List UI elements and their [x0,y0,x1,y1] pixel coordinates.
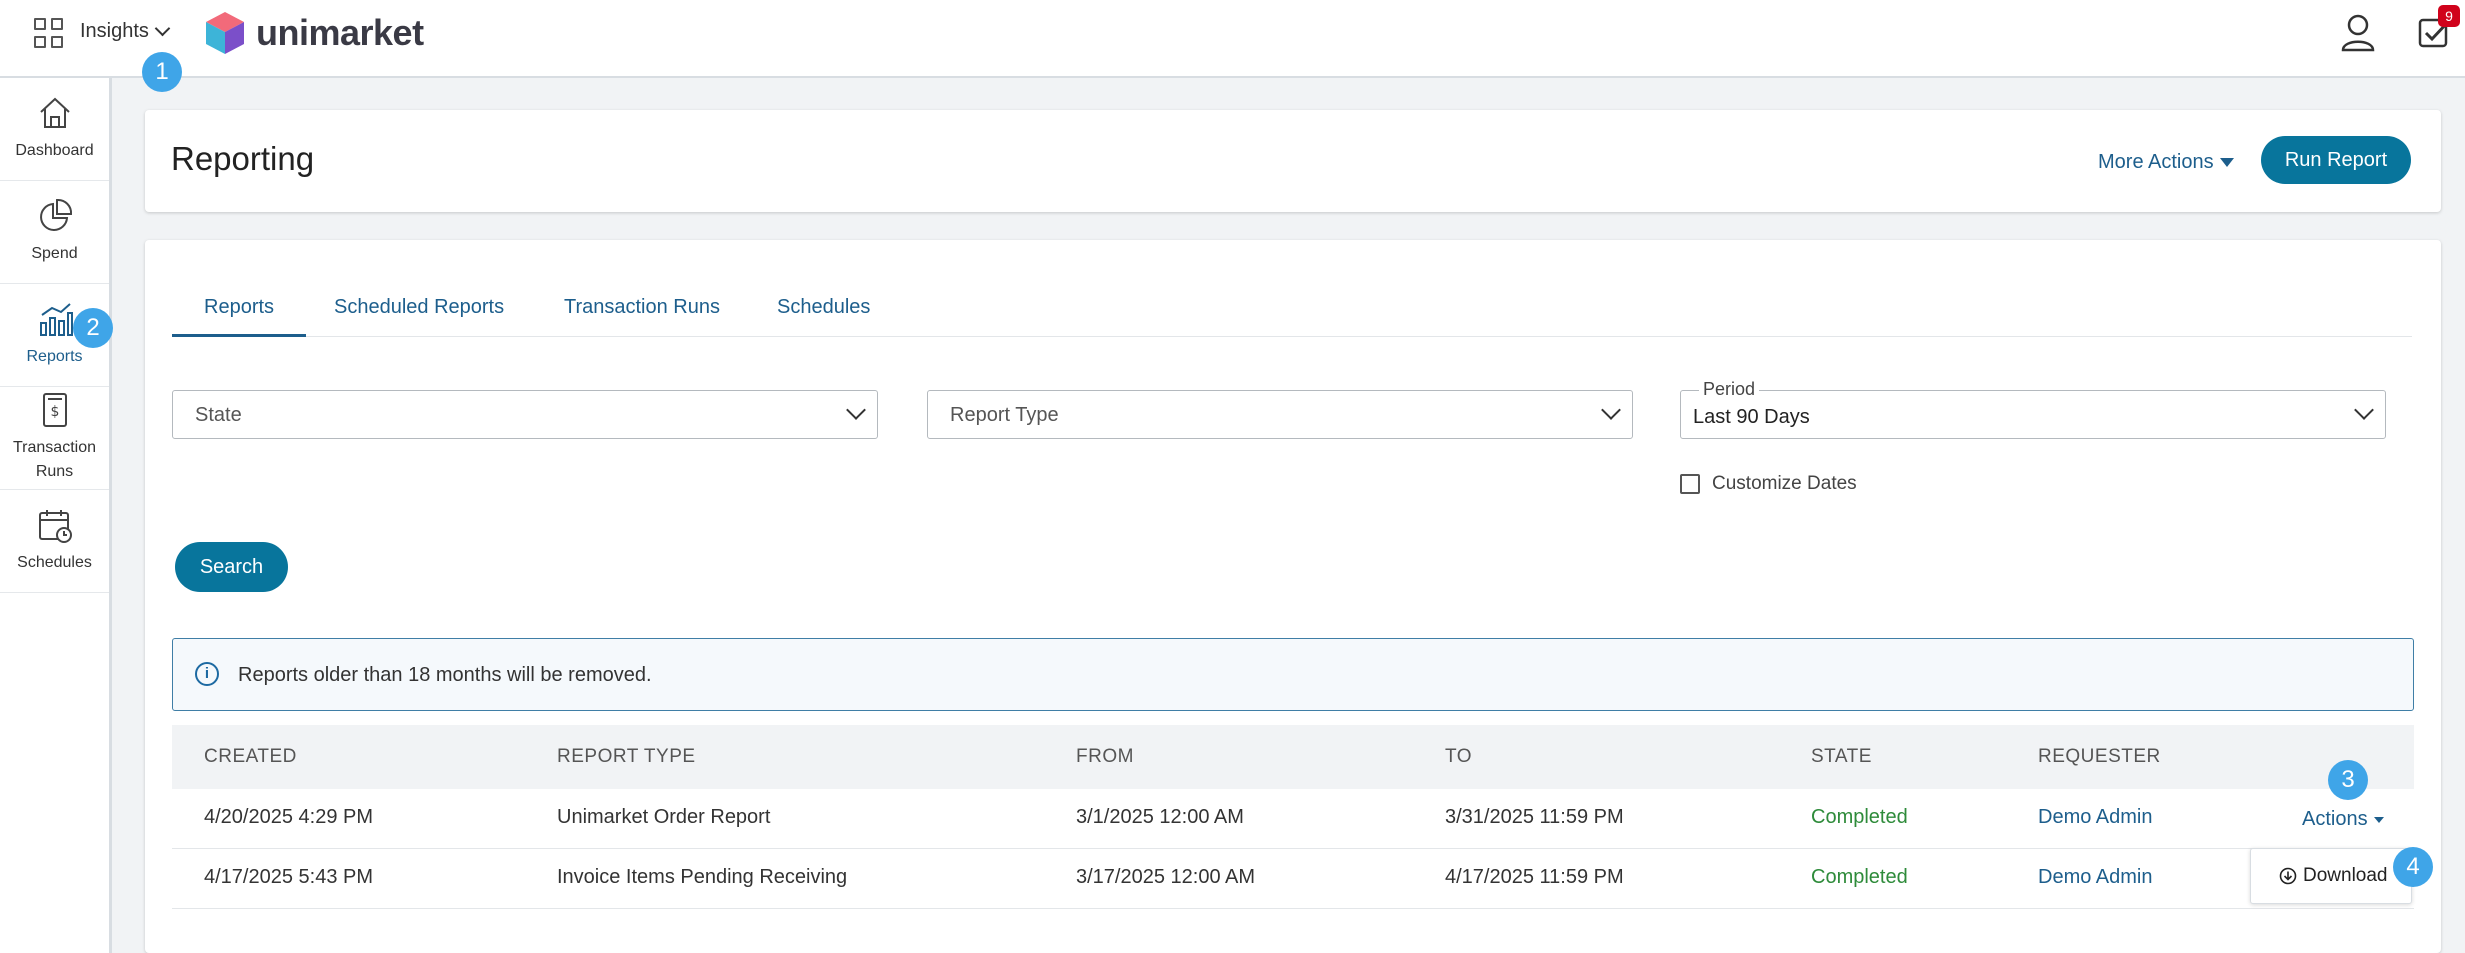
chevron-down-icon [846,400,866,420]
period-select-value: Last 90 Days [1693,406,1810,428]
annotation-marker: 4 [2393,847,2433,887]
info-banner: i Reports older than 18 months will be r… [172,638,2414,711]
period-select[interactable]: Period Last 90 Days [1680,379,2386,439]
cell-state: Completed [1811,806,1908,828]
cell-requester-link[interactable]: Demo Admin [2038,806,2153,829]
column-header-report-type: REPORT TYPE [557,746,696,767]
page-header: Reporting More Actions Run Report [145,110,2441,212]
app-switcher-label: Insights [80,20,149,42]
report-type-select-value: Report Type [950,404,1059,426]
column-header-created: CREATED [204,746,297,767]
svg-text:$: $ [50,404,59,420]
pie-chart-icon [39,198,72,231]
column-header-to: TO [1445,746,1473,767]
cell-from: 3/1/2025 12:00 AM [1076,806,1244,828]
sidebar-item-label: Schedules [17,554,92,571]
table-header: CREATED REPORT TYPE FROM TO STATE REQUES… [172,725,2414,789]
reports-panel: Reports Scheduled Reports Transaction Ru… [145,240,2441,953]
cell-created: 4/20/2025 4:29 PM [204,806,374,828]
info-message: Reports older than 18 months will be rem… [238,664,652,686]
top-bar: Insights unimarket 9 [0,0,2465,78]
info-icon: i [195,662,219,686]
customize-dates-label: Customize Dates [1712,473,1857,494]
calendar-clock-icon [38,510,72,543]
sidebar-item-transaction-runs[interactable]: $ Transaction Runs [0,387,109,490]
cell-requester-link[interactable]: Demo Admin [2038,866,2153,889]
logo-text: unimarket [256,12,424,53]
sidebar: Dashboard Spend Reports $ Transaction Ru… [0,78,112,953]
sidebar-item-spend[interactable]: Spend [0,181,109,284]
page-title: Reporting [171,140,315,177]
user-icon[interactable] [2340,14,2376,52]
tab-reports[interactable]: Reports [172,290,307,337]
report-type-select[interactable]: Report Type [927,390,1633,439]
chevron-down-icon [1601,400,1621,420]
sidebar-item-dashboard[interactable]: Dashboard [0,78,109,181]
receipt-icon: $ [42,393,67,427]
column-header-state: STATE [1811,746,1872,767]
cell-state: Completed [1811,866,1908,888]
more-actions-button[interactable]: More Actions [2098,151,2234,174]
home-icon [39,97,70,128]
cell-report-type: Unimarket Order Report [557,806,771,828]
bar-chart-icon [39,303,73,336]
download-label: Download [2303,865,2388,886]
reports-table: CREATED REPORT TYPE FROM TO STATE REQUES… [172,725,2414,909]
row-actions-label: Actions [2302,808,2368,830]
tasks-count-badge: 9 [2438,5,2460,27]
cube-logo-icon [206,12,244,54]
chevron-down-icon [154,20,171,37]
sidebar-item-label: Reports [26,348,83,365]
column-header-from: FROM [1076,746,1134,767]
customize-dates-checkbox[interactable] [1680,474,1700,494]
state-select-value: State [195,404,242,426]
download-menu-item[interactable]: Download [2250,848,2412,904]
row-actions-button[interactable]: Actions [2302,808,2384,831]
caret-down-icon [2219,158,2234,167]
sidebar-item-label: Spend [31,245,78,262]
more-actions-label: More Actions [2098,151,2214,173]
tab-schedules[interactable]: Schedules [745,290,902,337]
annotation-marker: 2 [73,308,113,348]
download-icon [2279,867,2297,885]
search-button[interactable]: Search [175,542,288,592]
run-report-button[interactable]: Run Report [2261,136,2411,184]
cell-report-type: Invoice Items Pending Receiving [557,866,848,888]
period-label: Period [1699,379,1760,400]
unimarket-logo[interactable]: unimarket [204,10,424,56]
cell-from: 3/17/2025 12:00 AM [1076,866,1256,888]
annotation-marker: 1 [142,52,182,92]
tab-bar: Reports Scheduled Reports Transaction Ru… [172,290,2412,337]
caret-down-icon [2373,816,2384,823]
table-row: 4/17/2025 5:43 PM Invoice Items Pending … [172,849,2414,909]
state-select[interactable]: State [172,390,878,439]
annotation-marker: 3 [2328,760,2368,800]
sidebar-item-label: Transaction Runs [13,439,96,480]
cell-to: 3/31/2025 11:59 PM [1445,806,1624,828]
app-switcher[interactable]: Insights [80,20,171,43]
cell-to: 4/17/2025 11:59 PM [1445,866,1624,888]
tab-scheduled-reports[interactable]: Scheduled Reports [302,290,536,337]
sidebar-item-schedules[interactable]: Schedules [0,490,109,593]
app-grid-icon[interactable] [34,18,64,48]
table-row: 4/20/2025 4:29 PM Unimarket Order Report… [172,789,2414,849]
chevron-down-icon [2354,400,2374,420]
customize-dates-row[interactable]: Customize Dates [1680,473,1857,495]
column-header-requester: REQUESTER [2038,746,2161,767]
tab-transaction-runs[interactable]: Transaction Runs [532,290,752,337]
sidebar-item-label: Dashboard [15,142,94,159]
cell-created: 4/17/2025 5:43 PM [204,866,374,888]
